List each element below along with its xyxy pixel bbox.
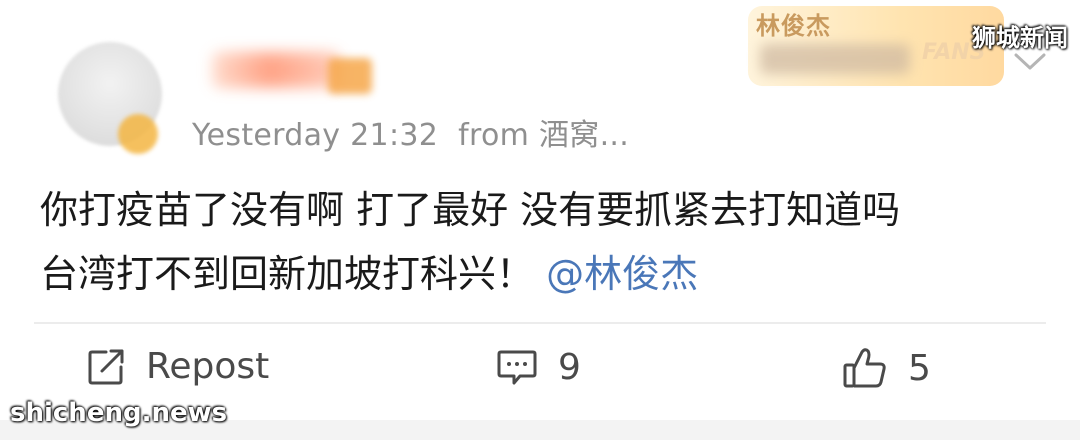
like-count: 5 (908, 347, 931, 389)
post-content-text: 台湾打不到回新加坡打科兴！ (40, 252, 535, 296)
watermark-bottom-left: shicheng.news (10, 398, 228, 428)
comment-button[interactable]: 9 (496, 346, 581, 388)
repost-button[interactable]: Repost (86, 346, 269, 387)
fan-badge-name: 林俊杰 (756, 12, 831, 40)
fan-badge-blurred-text (760, 44, 910, 74)
user-level-badge (328, 58, 372, 94)
post-source[interactable]: 酒窝... (539, 118, 629, 153)
divider (34, 322, 1046, 324)
chevron-down-icon[interactable] (1012, 50, 1048, 74)
comment-icon (497, 350, 537, 385)
post-content-line-2: 台湾打不到回新加坡打科兴！ @林俊杰 (40, 242, 1050, 306)
post-content-line-1: 你打疫苗了没有啊 打了最好 没有要抓紧去打知道吗 (40, 188, 901, 232)
username-blurred[interactable] (212, 52, 340, 88)
post-timestamp: Yesterday 21:32 (192, 118, 439, 153)
watermark-top-right: 狮城新闻 (972, 24, 1068, 52)
mention-link[interactable]: @林俊杰 (546, 252, 698, 296)
thumbs-up-icon (843, 348, 886, 388)
post-meta: Yesterday 21:32 from 酒窝... (192, 110, 629, 154)
repost-icon (88, 349, 124, 384)
source-prefix: from (458, 118, 530, 153)
repost-label: Repost (146, 346, 270, 387)
avatar-verified-badge (118, 114, 158, 154)
comment-count: 9 (558, 346, 581, 388)
post-content: 你打疫苗了没有啊 打了最好 没有要抓紧去打知道吗 台湾打不到回新加坡打科兴！ @… (40, 178, 1050, 306)
like-button[interactable]: 5 (842, 346, 931, 390)
